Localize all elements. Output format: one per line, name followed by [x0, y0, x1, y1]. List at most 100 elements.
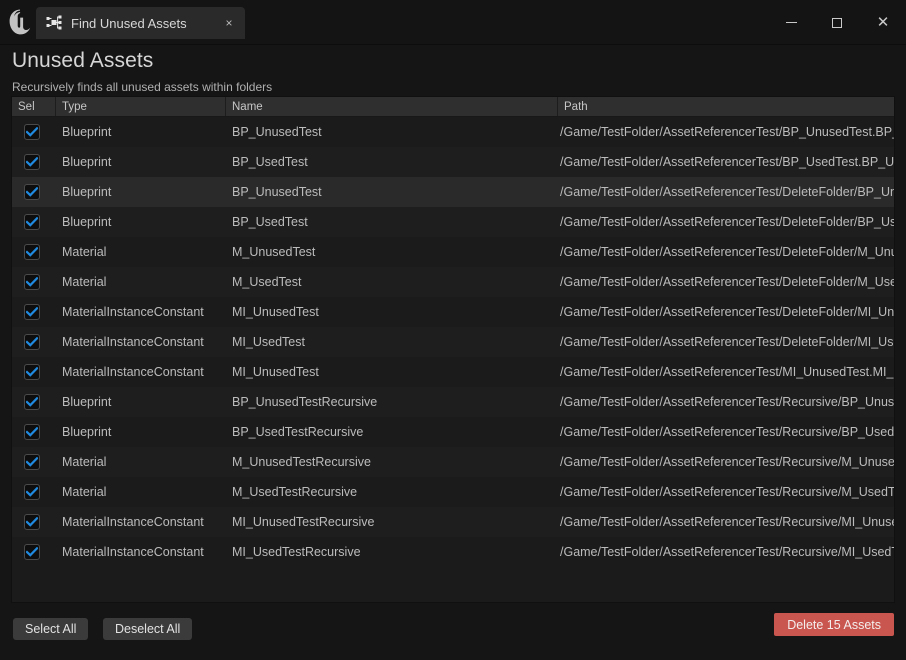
row-path: /Game/TestFolder/AssetReferencerTest/Rec…: [560, 515, 894, 529]
row-select-cell: [12, 267, 56, 297]
row-name: MI_UsedTest: [232, 335, 305, 349]
row-checkbox[interactable]: [24, 514, 40, 530]
row-select-cell: [12, 447, 56, 477]
row-path: /Game/TestFolder/AssetReferencerTest/BP_…: [560, 125, 894, 139]
table-row[interactable]: Blueprint BP_UnusedTest/Game/TestFolder/A…: [12, 117, 894, 147]
row-path: /Game/TestFolder/AssetReferencerTest/MI_…: [560, 365, 894, 379]
row-checkbox[interactable]: [24, 214, 40, 230]
row-checkbox[interactable]: [24, 424, 40, 440]
row-select-cell: [12, 177, 56, 207]
row-select-cell: [12, 417, 56, 447]
row-type: Blueprint: [62, 425, 112, 439]
row-type: Blueprint: [62, 155, 112, 169]
row-path: /Game/TestFolder/AssetReferencerTest/Rec…: [560, 425, 894, 439]
row-checkbox[interactable]: [24, 304, 40, 320]
row-name: BP_UnusedTest: [232, 185, 322, 199]
row-select-cell: [12, 117, 56, 147]
close-icon: ✕: [876, 14, 890, 31]
row-checkbox[interactable]: [24, 154, 40, 170]
row-checkbox[interactable]: [24, 364, 40, 380]
row-checkbox[interactable]: [24, 394, 40, 410]
close-button[interactable]: ✕: [860, 0, 906, 45]
row-path: /Game/TestFolder/AssetReferencerTest/Del…: [560, 185, 894, 199]
row-path: /Game/TestFolder/AssetReferencerTest/Del…: [560, 245, 894, 259]
row-checkbox[interactable]: [24, 454, 40, 470]
table-row[interactable]: Material M_UsedTestRecursive/Game/TestFol…: [12, 477, 894, 507]
table-row[interactable]: Blueprint BP_UnusedTestRecursive/Game/Tes…: [12, 387, 894, 417]
table-row[interactable]: MaterialInstanceConstant MI_UsedTestRecur…: [12, 537, 894, 567]
table-header-row: Sel Type Name Path: [12, 97, 894, 117]
table-row[interactable]: MaterialInstanceConstant MI_UnusedTest/Ga…: [12, 297, 894, 327]
table-row[interactable]: Blueprint BP_UsedTest/Game/TestFolder/Ass…: [12, 207, 894, 237]
row-name: BP_UsedTest: [232, 155, 308, 169]
row-type: Blueprint: [62, 215, 112, 229]
title-bar: Find Unused Assets × ✕: [0, 0, 906, 45]
row-checkbox[interactable]: [24, 544, 40, 560]
row-checkbox[interactable]: [24, 244, 40, 260]
row-select-cell: [12, 507, 56, 537]
reference-viewer-icon: [46, 15, 62, 31]
table-row[interactable]: Material M_UsedTest/Game/TestFolder/Asset…: [12, 267, 894, 297]
delete-assets-button[interactable]: Delete 15 Assets: [774, 613, 894, 636]
row-type: Blueprint: [62, 395, 112, 409]
row-path: /Game/TestFolder/AssetReferencerTest/Del…: [560, 305, 894, 319]
minimize-button[interactable]: [768, 0, 814, 45]
table-row[interactable]: MaterialInstanceConstant MI_UnusedTestRec…: [12, 507, 894, 537]
table-row[interactable]: MaterialInstanceConstant MI_UsedTest/Game…: [12, 327, 894, 357]
row-path: /Game/TestFolder/AssetReferencerTest/Del…: [560, 335, 894, 349]
table-row[interactable]: Material M_UnusedTest/Game/TestFolder/Ass…: [12, 237, 894, 267]
row-name: BP_UsedTestRecursive: [232, 425, 364, 439]
row-type: MaterialInstanceConstant: [62, 515, 204, 529]
row-checkbox[interactable]: [24, 124, 40, 140]
row-checkbox[interactable]: [24, 484, 40, 500]
row-name: BP_UnusedTest: [232, 125, 322, 139]
row-type: MaterialInstanceConstant: [62, 365, 204, 379]
row-select-cell: [12, 537, 56, 567]
column-header-name[interactable]: Name: [226, 97, 558, 116]
asset-rows: Blueprint BP_UnusedTest/Game/TestFolder/A…: [12, 117, 894, 567]
row-name: M_UnusedTest: [232, 245, 316, 259]
row-path: /Game/TestFolder/AssetReferencerTest/Del…: [560, 215, 894, 229]
table-row[interactable]: Blueprint BP_UsedTest/Game/TestFolder/Ass…: [12, 147, 894, 177]
table-row[interactable]: Blueprint BP_UsedTestRecursive/Game/TestF…: [12, 417, 894, 447]
row-type: Material: [62, 275, 107, 289]
table-row[interactable]: Blueprint BP_UnusedTest/Game/TestFolder/A…: [12, 177, 894, 207]
row-name: BP_UnusedTestRecursive: [232, 395, 378, 409]
row-path: /Game/TestFolder/AssetReferencerTest/Rec…: [560, 545, 894, 559]
column-header-sel[interactable]: Sel: [12, 97, 56, 116]
tab-title: Find Unused Assets: [71, 15, 187, 31]
row-path: /Game/TestFolder/AssetReferencerTest/Rec…: [560, 455, 894, 469]
maximize-button[interactable]: [814, 0, 860, 45]
maximize-icon: [832, 17, 842, 28]
row-select-cell: [12, 387, 56, 417]
row-checkbox[interactable]: [24, 184, 40, 200]
asset-list-panel: Sel Type Name Path Blueprint BP_UnusedTes…: [11, 96, 895, 603]
select-all-button[interactable]: Select All: [13, 618, 89, 640]
column-header-type[interactable]: Type: [56, 97, 226, 116]
row-type: MaterialInstanceConstant: [62, 305, 204, 319]
row-path: /Game/TestFolder/AssetReferencerTest/Del…: [560, 275, 894, 289]
tab-find-unused-assets[interactable]: Find Unused Assets ×: [36, 7, 245, 39]
page-subtitle: Recursively finds all unused assets with…: [12, 80, 273, 94]
row-type: MaterialInstanceConstant: [62, 545, 204, 559]
row-select-cell: [12, 357, 56, 387]
row-checkbox[interactable]: [24, 274, 40, 290]
row-select-cell: [12, 327, 56, 357]
row-select-cell: [12, 147, 56, 177]
tab-close-icon[interactable]: ×: [222, 16, 236, 30]
table-row[interactable]: MaterialInstanceConstant MI_UnusedTest/Ga…: [12, 357, 894, 387]
row-name: MI_UnusedTestRecursive: [232, 515, 375, 529]
row-name: MI_UsedTestRecursive: [232, 545, 361, 559]
column-header-path[interactable]: Path: [558, 97, 894, 116]
minimize-icon: [785, 22, 797, 23]
deselect-all-button[interactable]: Deselect All: [103, 618, 193, 640]
row-select-cell: [12, 297, 56, 327]
row-checkbox[interactable]: [24, 334, 40, 350]
row-type: MaterialInstanceConstant: [62, 335, 204, 349]
row-type: Material: [62, 245, 107, 259]
row-name: MI_UnusedTest: [232, 365, 319, 379]
row-type: Blueprint: [62, 185, 112, 199]
table-row[interactable]: Material M_UnusedTestRecursive/Game/TestF…: [12, 447, 894, 477]
row-select-cell: [12, 207, 56, 237]
unreal-engine-logo: [6, 6, 34, 38]
